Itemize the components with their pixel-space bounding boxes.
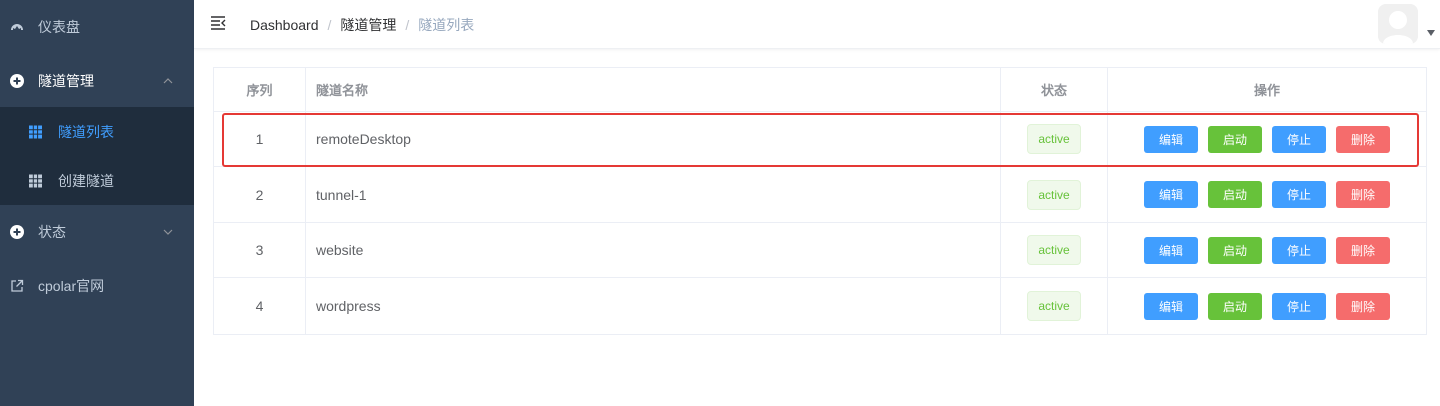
row-tunnel-name: wordpress (306, 278, 1001, 334)
header-status: 状态 (1001, 68, 1108, 111)
header-operations: 操作 (1253, 83, 1280, 98)
status-badge: active (1027, 235, 1081, 265)
edit-button[interactable]: 编辑 (1144, 125, 1198, 153)
row-tunnel-name: website (306, 223, 1001, 277)
sidebar-item-label: 状态 (38, 224, 66, 240)
sidebar-item-create-tunnel[interactable]: 创建隧道 (0, 156, 194, 205)
grid-icon (29, 174, 42, 187)
actions-cell: 编辑 启动 停止 删除 (1108, 167, 1426, 222)
breadcrumb-tunnel-list: 隧道列表 (418, 17, 475, 33)
chevron-down-icon (163, 229, 173, 235)
grid-icon (29, 125, 42, 138)
start-button[interactable]: 启动 (1208, 236, 1262, 264)
delete-button[interactable]: 删除 (1336, 236, 1390, 264)
stop-button[interactable]: 停止 (1272, 292, 1326, 320)
status-badge: active (1027, 124, 1081, 154)
table-header-row: 序列 隧道名称 状态 操作 (214, 68, 1426, 112)
breadcrumb-separator: / (327, 17, 332, 33)
row-index: 1 (214, 112, 306, 166)
sidebar-item-status[interactable]: 状态 (0, 205, 194, 259)
sidebar-item-label: cpolar官网 (38, 278, 105, 294)
sidebar-item-label: 仪表盘 (38, 19, 80, 35)
row-tunnel-name: remoteDesktop (306, 112, 1001, 166)
row-index: 4 (214, 278, 306, 334)
sidebar-item-tunnel-management[interactable]: 隧道管理 (0, 54, 194, 108)
status-cell: active (1001, 167, 1108, 222)
sidebar-item-tunnel-list[interactable]: 隧道列表 (0, 107, 194, 156)
header-name: 隧道名称 (306, 68, 1001, 111)
tunnel-submenu: 隧道列表 创建隧道 (0, 107, 194, 205)
user-avatar-icon (1378, 4, 1418, 44)
breadcrumb-separator: / (405, 17, 410, 33)
delete-button[interactable]: 删除 (1336, 292, 1390, 320)
breadcrumb-dashboard[interactable]: Dashboard (250, 17, 319, 33)
stop-button[interactable]: 停止 (1272, 125, 1326, 153)
user-dropdown-caret-icon[interactable] (1427, 30, 1435, 36)
sidebar-item-label: 隧道管理 (38, 73, 94, 89)
delete-button[interactable]: 删除 (1336, 125, 1390, 153)
status-cell: active (1001, 223, 1108, 277)
row-index: 2 (214, 167, 306, 222)
sidebar-item-dashboard[interactable]: 仪表盘 (0, 0, 194, 54)
external-link-icon (11, 279, 24, 292)
avatar[interactable] (1378, 4, 1418, 44)
chevron-up-icon (163, 78, 173, 84)
delete-button[interactable]: 删除 (1336, 181, 1390, 208)
tunnel-table: 序列 隧道名称 状态 操作 1 remoteDesktop active 编辑 … (213, 67, 1427, 335)
edit-button[interactable]: 编辑 (1144, 236, 1198, 264)
breadcrumb-tunnel-management[interactable]: 隧道管理 (340, 15, 396, 35)
sidebar-item-label: 创建隧道 (58, 172, 114, 189)
row-index: 3 (214, 223, 306, 277)
sidebar-item-cpolar-site[interactable]: cpolar官网 (0, 259, 194, 313)
row-tunnel-name: tunnel-1 (306, 167, 1001, 222)
table-row: 1 remoteDesktop active 编辑 启动 停止 删除 (214, 112, 1426, 167)
stop-button[interactable]: 停止 (1272, 236, 1326, 264)
table-row: 3 website active 编辑 启动 停止 删除 (214, 223, 1426, 278)
breadcrumb: Dashboard / 隧道管理 / 隧道列表 (250, 15, 474, 35)
actions-cell: 编辑 启动 停止 删除 (1108, 278, 1426, 334)
navbar: Dashboard / 隧道管理 / 隧道列表 (194, 0, 1440, 49)
sidebar: 仪表盘 隧道管理 隧道列表 创建隧道 状态 cpolar官网 (0, 0, 194, 406)
status-cell: active (1001, 278, 1108, 334)
edit-button[interactable]: 编辑 (1144, 181, 1198, 208)
plus-circle-icon (10, 74, 24, 88)
plus-circle-icon (10, 225, 24, 239)
hamburger-icon[interactable] (210, 15, 226, 31)
table-row: 2 tunnel-1 active 编辑 启动 停止 删除 (214, 167, 1426, 223)
start-button[interactable]: 启动 (1208, 292, 1262, 320)
status-badge: active (1027, 179, 1081, 210)
header-index: 序列 (214, 68, 306, 111)
table-row: 4 wordpress active 编辑 启动 停止 删除 (214, 278, 1426, 334)
status-cell: active (1001, 112, 1108, 166)
stop-button[interactable]: 停止 (1272, 181, 1326, 208)
dashboard-icon (11, 24, 23, 30)
status-badge: active (1027, 291, 1081, 321)
actions-cell: 编辑 启动 停止 删除 (1108, 112, 1426, 166)
start-button[interactable]: 启动 (1208, 125, 1262, 153)
edit-button[interactable]: 编辑 (1144, 292, 1198, 320)
start-button[interactable]: 启动 (1208, 181, 1262, 208)
sidebar-item-label: 隧道列表 (58, 123, 114, 140)
actions-cell: 编辑 启动 停止 删除 (1108, 223, 1426, 277)
